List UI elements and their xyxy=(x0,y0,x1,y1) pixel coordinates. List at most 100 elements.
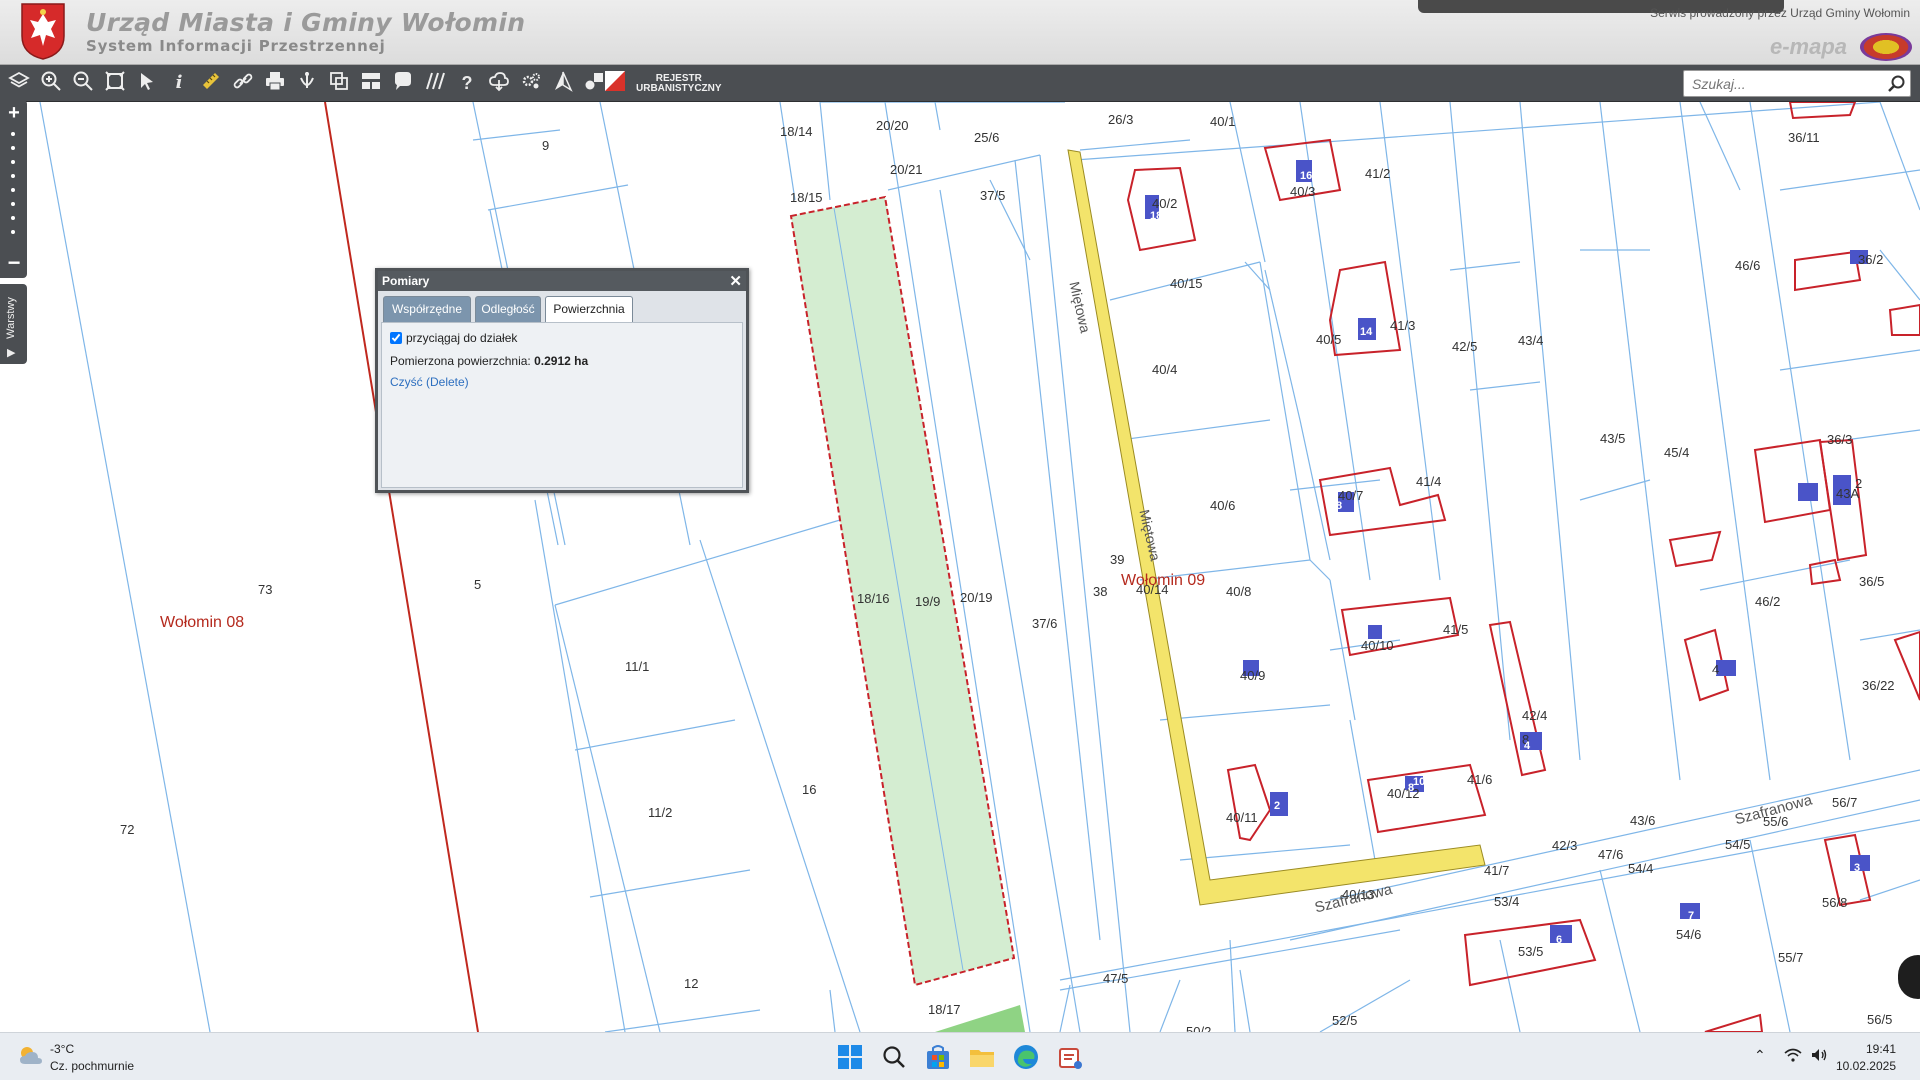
parcel-label: 73 xyxy=(258,582,273,597)
select-arrow-icon[interactable] xyxy=(134,70,160,96)
parcel-label: 40/8 xyxy=(1226,584,1252,599)
parcel-label: 54/6 xyxy=(1676,927,1702,942)
parcel-label: 55/7 xyxy=(1778,950,1804,965)
zoom-level-dot[interactable] xyxy=(11,216,15,220)
parcel-label: 36/3 xyxy=(1827,432,1853,447)
snipping-tool-icon[interactable] xyxy=(1056,1043,1084,1071)
measured-value: 0.2912 ha xyxy=(534,354,589,368)
zoom-level-dot[interactable] xyxy=(11,132,15,136)
info-icon[interactable]: i xyxy=(166,70,192,96)
search-icon[interactable] xyxy=(880,1043,908,1071)
pan-hand-icon[interactable] xyxy=(294,70,320,96)
parcel-label: 40/15 xyxy=(1170,276,1203,291)
house-number-label: 16 xyxy=(1300,170,1313,182)
parcel-label: 46/6 xyxy=(1735,258,1761,273)
clear-link[interactable]: Czyść (Delete) xyxy=(390,375,469,389)
rejestr-urbanistyczny-button[interactable]: REJESTR URBANISTYCZNY xyxy=(636,74,722,94)
search-icon[interactable] xyxy=(1886,74,1906,94)
parcel-label: 25/6 xyxy=(974,130,1000,145)
full-extent-icon[interactable] xyxy=(102,70,128,96)
store-icon[interactable] xyxy=(924,1043,952,1071)
parcel-label: 41/6 xyxy=(1467,772,1493,787)
parcel-label: 18/16 xyxy=(857,591,890,606)
layers-icon[interactable] xyxy=(6,70,32,96)
weather-cloudy-icon[interactable] xyxy=(17,1044,45,1068)
emapa-brand: e-mapa xyxy=(1770,34,1848,59)
zoom-slider[interactable]: + − xyxy=(0,100,27,278)
layers-panel-tab[interactable]: Warstwy ▶ xyxy=(0,284,27,364)
service-note: Serwis prowadzony przez Urząd Gminy Woło… xyxy=(1650,6,1910,20)
emapa-logo-icon xyxy=(1860,33,1912,61)
cloud-icon[interactable] xyxy=(486,70,512,96)
print-icon[interactable] xyxy=(262,70,288,96)
speech-bubble-icon[interactable] xyxy=(390,70,416,96)
parcel-label: 42/4 xyxy=(1522,708,1548,723)
clock-time[interactable]: 19:41 xyxy=(1866,1042,1896,1056)
tab-powierzchnia[interactable]: Powierzchnia xyxy=(545,296,633,322)
parcel-label: 12 xyxy=(684,976,699,991)
expand-arrow-icon: ▶ xyxy=(7,347,16,359)
parcel-label: 40/9 xyxy=(1240,668,1266,683)
tray-chevron-up-icon[interactable]: ⌃ xyxy=(1754,1047,1766,1064)
tab-wspolrzedne[interactable]: Współrzędne xyxy=(383,296,471,322)
edge-browser-icon[interactable] xyxy=(1012,1043,1040,1071)
layers-label: Warstwy xyxy=(5,297,17,339)
measured-area-row: Pomierzona powierzchnia: 0.2912 ha xyxy=(390,354,588,368)
north-arrow-icon[interactable] xyxy=(550,70,576,96)
app-header: Urząd Miasta i Gminy Wołomin System Info… xyxy=(0,0,1920,65)
zoom-level-dot[interactable] xyxy=(11,202,15,206)
parcel-label: 45/4 xyxy=(1664,445,1690,460)
parcel-label: 50/2 xyxy=(1186,1024,1212,1032)
parcel-label: 20/20 xyxy=(876,118,909,133)
zoom-in-button[interactable]: + xyxy=(4,102,24,125)
select-area-icon[interactable] xyxy=(326,70,352,96)
parcel-label: 19/9 xyxy=(915,594,941,609)
close-icon[interactable]: ✕ xyxy=(729,272,742,290)
help-icon[interactable]: ? xyxy=(454,70,480,96)
district-label-wolomin-09: Wołomin 09 xyxy=(1121,572,1206,589)
parcel-label: 18/14 xyxy=(780,124,813,139)
settings-icon[interactable] xyxy=(518,70,544,96)
zoom-level-dot[interactable] xyxy=(11,188,15,192)
rejestr-icon[interactable] xyxy=(602,70,628,96)
windows-start-icon[interactable] xyxy=(836,1043,864,1071)
snap-checkbox[interactable] xyxy=(390,332,402,344)
parcel-label: 37/6 xyxy=(1032,616,1058,631)
volume-icon[interactable] xyxy=(1810,1047,1828,1063)
measure-ruler-icon[interactable] xyxy=(198,70,224,96)
parcel-label: 5 xyxy=(474,577,482,592)
parcel-label: 36/22 xyxy=(1862,678,1895,693)
parcel-label: 9 xyxy=(542,138,550,153)
clock-date[interactable]: 10.02.2025 xyxy=(1836,1059,1896,1073)
search-box xyxy=(1683,70,1911,97)
map-canvas[interactable]: 9 18/14 20/20 25/6 26/3 40/1 36/11 18/15 20/21 37… xyxy=(0,102,1920,1032)
parcel-label: 18/17 xyxy=(928,1002,961,1017)
zoom-out-button[interactable]: − xyxy=(4,250,24,276)
zoom-level-dot[interactable] xyxy=(11,174,15,178)
rejestr-line-2: URBANISTYCZNY xyxy=(636,83,722,94)
parcel-label: 20/21 xyxy=(890,162,923,177)
file-explorer-icon[interactable] xyxy=(968,1043,996,1071)
house-number-label: 3 xyxy=(1854,862,1861,874)
parcel-label: 53/5 xyxy=(1518,944,1544,959)
wifi-icon[interactable] xyxy=(1784,1047,1802,1063)
parcel-label: 54/5 xyxy=(1725,837,1751,852)
parcel-label: 36/11 xyxy=(1788,130,1820,145)
district-label-wolomin-08: Wołomin 08 xyxy=(160,614,245,631)
zoom-level-dot[interactable] xyxy=(11,146,15,150)
layout-icon[interactable] xyxy=(358,70,384,96)
zoom-out-icon[interactable] xyxy=(70,70,96,96)
dialog-header[interactable]: Pomiary ✕ xyxy=(378,271,746,291)
district-boundary xyxy=(324,102,479,1032)
house-number-label: 2 xyxy=(1274,800,1281,812)
search-input[interactable] xyxy=(1692,74,1882,94)
zoom-level-dot[interactable] xyxy=(11,230,15,234)
zoom-in-icon[interactable] xyxy=(38,70,64,96)
tab-odleglosc[interactable]: Odległość xyxy=(475,296,541,322)
zoom-level-dot[interactable] xyxy=(11,160,15,164)
parcel-label: 37/5 xyxy=(980,188,1006,203)
link-icon[interactable] xyxy=(230,70,256,96)
parcel-label: 41/2 xyxy=(1365,166,1391,181)
parcel-label: 54/4 xyxy=(1628,861,1654,876)
hatch-icon[interactable] xyxy=(422,70,448,96)
